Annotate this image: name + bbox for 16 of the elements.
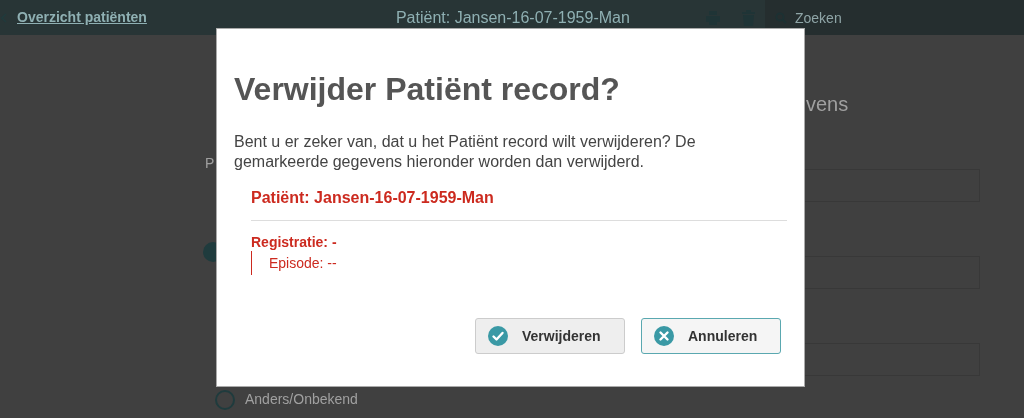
close-icon bbox=[654, 326, 674, 346]
field-label: P bbox=[205, 154, 215, 172]
back-link[interactable]: Overzicht patiënten bbox=[17, 7, 147, 28]
cancel-button[interactable]: Annuleren bbox=[641, 318, 781, 354]
radio-button[interactable] bbox=[215, 389, 235, 410]
page-title: Patiënt: Jansen-16-07-1959-Man bbox=[395, 7, 630, 28]
section-heading: vens bbox=[806, 92, 849, 116]
check-icon bbox=[488, 326, 508, 346]
dialog-message: Bent u er zeker van, dat u het Patiënt record wilt verwijderen? De gemarkeerde gegevens hieronder worden dan verwijderd. bbox=[234, 132, 697, 172]
patient-name: Patiënt: Jansen-16-07-1959-Man bbox=[251, 188, 494, 208]
delete-button[interactable]: Verwijderen bbox=[475, 318, 625, 354]
registration-label: Registratie: - bbox=[251, 233, 337, 251]
episode-label: Episode: -- bbox=[269, 255, 337, 271]
radio-label: Anders/Onbekend bbox=[245, 390, 358, 409]
dialog-title: Verwijder Patiënt record? bbox=[234, 70, 620, 109]
search-field[interactable]: Zoeken bbox=[765, 0, 1024, 35]
